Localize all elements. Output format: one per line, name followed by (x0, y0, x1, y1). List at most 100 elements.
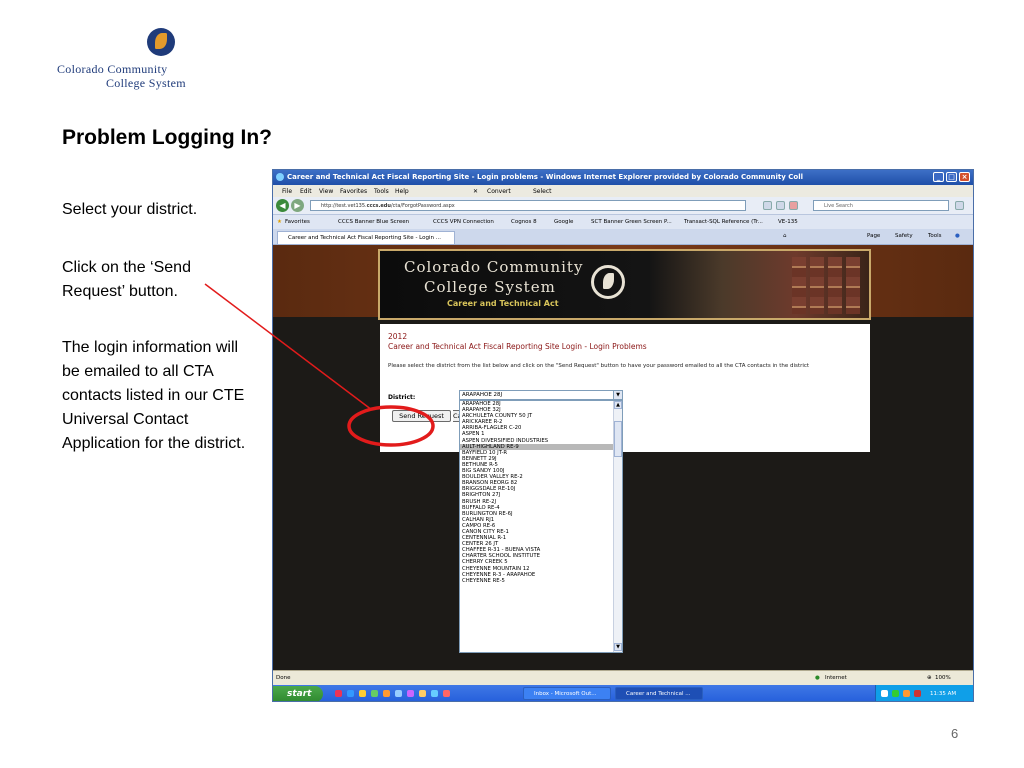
tray-icon[interactable] (892, 690, 899, 697)
minimize-icon[interactable]: _ (933, 172, 944, 182)
help-icon[interactable]: ● (955, 233, 960, 239)
ie-icon (276, 173, 284, 181)
clock: 11:35 AM (930, 691, 957, 697)
banner-subtitle: Career and Technical Act (447, 299, 559, 308)
tray-icon[interactable] (903, 690, 910, 697)
login-problems-panel: 2012 Career and Technical Act Fiscal Rep… (380, 324, 870, 452)
page-number: 6 (951, 726, 959, 741)
system-tray: 11:35 AM (875, 685, 973, 701)
panel-title: Career and Technical Act Fiscal Reportin… (388, 342, 647, 351)
window-title: Career and Technical Act Fiscal Reportin… (287, 173, 804, 181)
windows-taskbar: start Inbox - Microsoft Out... Career an… (273, 685, 973, 701)
send-request-button[interactable]: Send Request (392, 410, 451, 422)
logo-line2: College System (106, 76, 186, 90)
task-ie[interactable]: Career and Technical ... (615, 687, 703, 700)
cccs-logo-icon (147, 28, 175, 56)
fav-transact-sql[interactable]: Transact-SQL Reference (Tr... (684, 219, 763, 225)
select-menu[interactable]: Select (533, 188, 552, 195)
scroll-thumb[interactable] (614, 421, 622, 457)
address-prefix: http://test.vet135. (321, 203, 367, 209)
fav-google[interactable]: Google (554, 219, 573, 225)
scroll-down-icon[interactable]: ▼ (614, 643, 622, 651)
quicklaunch-icon[interactable] (443, 690, 450, 697)
menu-view[interactable]: View (319, 188, 333, 195)
menu-help[interactable]: Help (395, 188, 409, 195)
year-heading: 2012 (388, 332, 408, 341)
menu-edit[interactable]: Edit (300, 188, 312, 195)
address-input[interactable]: http://test.vet135.cccs.edu/cta/ForgotPa… (310, 200, 746, 211)
start-button[interactable]: start (273, 686, 323, 701)
search-icon[interactable] (955, 201, 964, 210)
convert-menu[interactable]: Convert (487, 188, 511, 195)
site-banner: Colorado Community College System Career… (378, 249, 871, 320)
zoom-level[interactable]: 100% (935, 675, 951, 681)
district-label: District: (388, 394, 416, 401)
district-dropdown-list[interactable]: ARAPAHOE 28J ARAPAHOE 32J ARCHULETA COUNTY… (459, 400, 623, 653)
page-menu[interactable]: Page (867, 233, 880, 239)
district-select[interactable]: ARAPAHOE 28J ▼ (459, 390, 623, 400)
close-icon[interactable]: × (959, 172, 970, 182)
quicklaunch-icon[interactable] (347, 690, 354, 697)
menu-favorites[interactable]: Favorites (340, 188, 367, 195)
maximize-icon[interactable]: □ (946, 172, 957, 182)
fav-vpn[interactable]: CCCS VPN Connection (433, 219, 494, 225)
book-spine-image (828, 257, 842, 314)
tray-icon[interactable] (881, 690, 888, 697)
page-content: Colorado Community College System Career… (273, 245, 973, 670)
address-domain: cccs.edu (366, 203, 391, 209)
search-input[interactable]: Live Search (813, 200, 949, 211)
home-icon[interactable]: ⌂ (783, 233, 787, 239)
banner-logo-icon (591, 265, 625, 299)
compat-view-icon[interactable] (763, 201, 772, 210)
convert-icon: ✕ (473, 188, 479, 195)
favorites-star-icon: ★ (277, 219, 282, 225)
book-spine-image (810, 257, 824, 314)
back-icon[interactable]: ◀ (276, 199, 289, 212)
fav-sct-banner[interactable]: SCT Banner Green Screen P... (591, 219, 672, 225)
tools-menu[interactable]: Tools (928, 233, 942, 239)
tray-icon[interactable] (914, 690, 921, 697)
menu-tools[interactable]: Tools (374, 188, 389, 195)
globe-icon: ● (815, 675, 820, 681)
scroll-up-icon[interactable]: ▲ (614, 401, 622, 409)
favorites-button[interactable]: Favorites (285, 219, 310, 225)
fav-cccs-banner[interactable]: CCCS Banner Blue Screen (338, 219, 409, 225)
fav-ve135[interactable]: VE-135 (778, 219, 798, 225)
stop-icon[interactable] (789, 201, 798, 210)
quicklaunch-icon[interactable] (431, 690, 438, 697)
note-click-send: Click on the ‘Send Request’ button. (62, 259, 191, 300)
window-title-bar: Career and Technical Act Fiscal Reportin… (273, 170, 973, 185)
refresh-icon[interactable] (776, 201, 785, 210)
safety-menu[interactable]: Safety (895, 233, 913, 239)
quicklaunch-icon[interactable] (419, 690, 426, 697)
banner-title-line2: College System (424, 278, 556, 296)
note-select-district: Select your district. (62, 201, 198, 218)
quicklaunch-icon[interactable] (359, 690, 366, 697)
dropdown-scrollbar[interactable]: ▲ ▼ (613, 401, 622, 652)
logo-line1: Colorado Community (57, 62, 168, 76)
quicklaunch-icon[interactable] (371, 690, 378, 697)
menu-file[interactable]: File (282, 188, 292, 195)
book-spine-image (792, 257, 806, 314)
task-outlook[interactable]: Inbox - Microsoft Out... (523, 687, 611, 700)
slide-title: Problem Logging In? (62, 126, 272, 149)
forward-icon[interactable]: ▶ (291, 199, 304, 212)
status-bar: Done ● Internet ⊕ 100% (273, 670, 973, 685)
zoom-icon: ⊕ (927, 675, 932, 681)
address-path: /cta/ForgotPassword.aspx (390, 203, 455, 209)
quicklaunch-icon[interactable] (335, 690, 342, 697)
panel-description: Please select the district from the list… (388, 363, 810, 369)
tab-row: Career and Technical Act Fiscal Reportin… (273, 229, 973, 245)
quicklaunch-icon[interactable] (395, 690, 402, 697)
quicklaunch-icon[interactable] (407, 690, 414, 697)
chevron-down-icon[interactable]: ▼ (613, 391, 622, 399)
favorites-bar: ★ Favorites CCCS Banner Blue Screen CCCS… (273, 214, 973, 229)
quicklaunch-icon[interactable] (383, 690, 390, 697)
status-text: Done (276, 675, 291, 681)
fav-cognos[interactable]: Cognos 8 (511, 219, 537, 225)
banner-title-line1: Colorado Community (404, 258, 584, 276)
address-bar-row: ◀ ▶ http://test.vet135.cccs.edu/cta/Forg… (273, 197, 973, 214)
district-option[interactable]: CHEYENNE RE-5 (460, 578, 622, 584)
tab-cta-login[interactable]: Career and Technical Act Fiscal Reportin… (277, 231, 455, 244)
book-spine-image (846, 257, 860, 314)
